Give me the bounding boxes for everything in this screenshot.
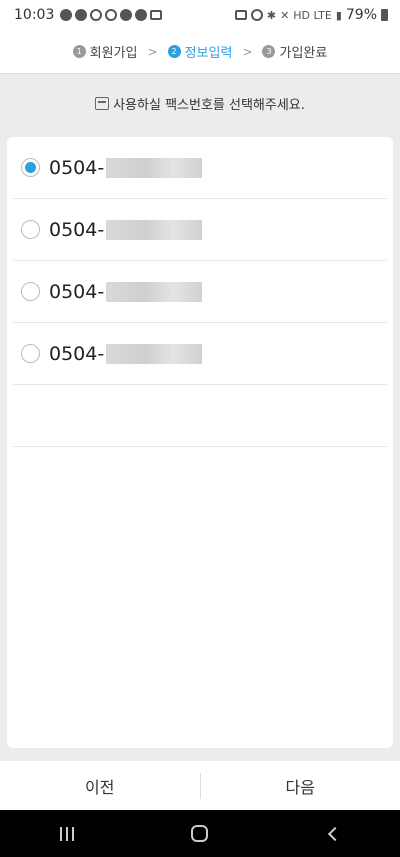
step-label: 가입완료: [279, 46, 328, 61]
status-bar: 10:03 ✱ ✕ HD LTE ▮ 79%: [0, 0, 400, 30]
signal-icon: ▮: [335, 8, 342, 22]
chevron-right-icon: >: [147, 44, 158, 59]
gear-notification-icon: [105, 9, 118, 21]
back-icon: [328, 826, 343, 841]
step-info: 2 정보입력: [167, 42, 233, 61]
home-icon: [191, 825, 209, 842]
fax-option[interactable]: 0504-: [13, 199, 387, 261]
system-nav-bar: [0, 810, 400, 857]
redacted-number: [106, 219, 203, 240]
signup-steps: 1 회원가입 > 2 정보입력 > 3 가입완료: [0, 30, 400, 74]
bird-notification-icon: [120, 9, 133, 21]
home-button[interactable]: [170, 814, 230, 854]
redacted-number: [106, 343, 203, 364]
fax-number: 0504-: [49, 218, 105, 241]
recents-button[interactable]: [37, 814, 97, 854]
battery-percent: 79%: [345, 7, 377, 23]
step-label: 회원가입: [89, 46, 138, 61]
ring-notification-icon: [90, 9, 103, 21]
fax-option[interactable]: 0504-: [13, 261, 387, 323]
fax-icon: [95, 97, 110, 110]
radio-checked-icon[interactable]: [21, 158, 40, 177]
redacted-number: [106, 157, 203, 178]
fax-option[interactable]: 0504-: [13, 137, 387, 199]
recents-icon: [59, 826, 74, 841]
mute-icon: ✕: [280, 8, 290, 22]
status-right: ✱ ✕ HD LTE ▮ 79%: [234, 7, 388, 23]
next-button[interactable]: 다음: [201, 761, 400, 810]
notification-icons: [60, 9, 163, 21]
chevron-right-icon: >: [242, 44, 253, 59]
redacted-number: [106, 281, 203, 302]
back-button[interactable]: [303, 814, 363, 854]
instruction-text: 사용하실 팩스번호를 선택해주세요.: [113, 98, 305, 113]
prev-button[interactable]: 이전: [0, 761, 200, 810]
step-complete: 3 가입완료: [262, 42, 327, 61]
bubble-notification-icon: [135, 9, 148, 21]
instruction: 사용하실 팩스번호를 선택해주세요.: [0, 94, 400, 113]
chat-notification-icon: [60, 9, 73, 21]
step-number: 3: [262, 45, 276, 58]
status-time: 10:03: [14, 7, 55, 23]
fax-number: 0504-: [49, 280, 105, 303]
step-label: 정보입력: [184, 46, 233, 61]
alarm-icon: [250, 9, 263, 21]
footer-buttons: 이전 다음: [0, 761, 400, 810]
radio-unchecked-icon[interactable]: [21, 282, 40, 301]
step-signup: 1 회원가입: [72, 42, 138, 61]
bluetooth-icon: ✱: [266, 8, 277, 22]
fax-number-list: 0504- 0504- 0504- 0504-: [7, 137, 393, 748]
fax-number: 0504-: [49, 342, 105, 365]
fax-number: 0504-: [49, 156, 105, 179]
image-notification-icon: [150, 10, 163, 20]
radio-unchecked-icon[interactable]: [21, 344, 40, 363]
step-number: 1: [72, 45, 86, 58]
app-notification-icon: [75, 9, 88, 21]
battery-icon: [381, 9, 388, 21]
network-type: HD LTE: [293, 8, 332, 22]
step-number: 2: [167, 45, 181, 58]
fax-option[interactable]: 0504-: [13, 323, 387, 385]
empty-row: [13, 385, 387, 447]
radio-unchecked-icon[interactable]: [21, 220, 40, 239]
lock-icon: [234, 10, 247, 20]
